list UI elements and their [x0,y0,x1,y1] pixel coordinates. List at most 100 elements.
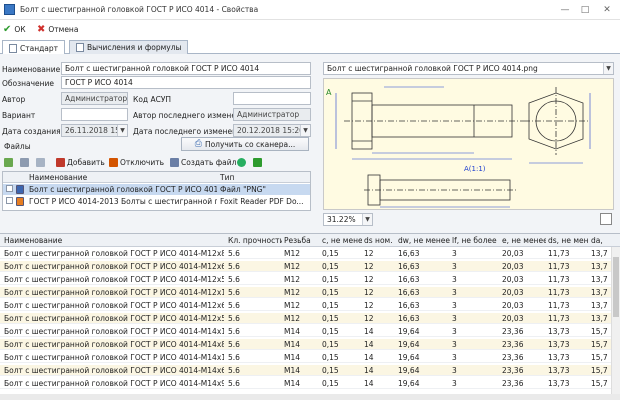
minimize-icon[interactable]: — [558,4,572,16]
file-row[interactable]: Болт с шестигранной головкой ГОСТ Р ИСО … [3,184,310,195]
chevron-down-icon[interactable]: ▼ [362,214,372,225]
grid-col-da[interactable]: da, [591,236,609,245]
table-cell: 5.6 [228,288,240,297]
table-cell: 12 [364,262,374,271]
table-row[interactable]: Болт с шестигранной головкой ГОСТ Р ИСО … [0,261,620,272]
name-label: Наименование [2,65,61,74]
table-cell: 23,36 [502,379,524,388]
files-table: Наименование Тип Болт с шестигранной гол… [2,171,311,211]
grid-col-thread[interactable]: Резьба [284,236,320,245]
files-col-name[interactable]: Наименование [29,173,87,182]
designation-field[interactable]: ГОСТ Р ИСО 4014 [61,76,311,89]
table-row[interactable]: Болт с шестигранной головкой ГОСТ Р ИСО … [0,313,620,324]
table-cell: 11,73 [548,314,570,323]
grid-col-c[interactable]: c, не менее [322,236,362,245]
file-checkbox[interactable] [6,197,13,204]
create-file-label: Создать файл [181,157,237,167]
table-cell: 15,7 [591,366,608,375]
grid-col-ds-nom[interactable]: ds ном. [364,236,396,245]
table-row[interactable]: Болт с шестигранной головкой ГОСТ Р ИСО … [0,300,620,311]
file-row[interactable]: ГОСТ Р ИСО 4014-2013 Болты с шестигранно… [3,196,310,207]
document-icon [9,43,17,53]
table-cell: 5.6 [228,301,240,310]
copy-icon[interactable] [36,156,45,168]
table-cell: 20,03 [502,288,524,297]
table-cell: 20,03 [502,314,524,323]
asup-code-field[interactable] [233,92,311,105]
close-icon[interactable]: ✕ [600,4,614,16]
scan-button[interactable]: ⎙ Получить со сканера... [181,137,309,151]
detach-file-button[interactable]: Отключить [109,156,164,168]
table-row[interactable]: Болт с шестигранной головкой ГОСТ Р ИСО … [0,287,620,298]
window-title: Болт с шестигранной головкой ГОСТ Р ИСО … [20,5,259,14]
table-cell: 23,36 [502,340,524,349]
table-cell: 23,36 [502,366,524,375]
table-cell: 13,73 [548,340,570,349]
cancel-button[interactable]: ✖ Отмена [37,23,78,36]
ok-button[interactable]: ✔ ОК [3,23,26,36]
tab-standard[interactable]: Стандарт [2,40,66,55]
file-checkbox[interactable] [6,185,13,192]
table-cell: 5.6 [228,262,240,271]
variant-field[interactable] [61,108,128,121]
preview-file-select[interactable]: Болт с шестигранной головкой ГОСТ Р ИСО … [323,62,614,75]
table-cell: 13,7 [591,249,608,258]
save-icon[interactable] [20,156,29,168]
table-cell: 20,03 [502,262,524,271]
grid-col-dw[interactable]: dw, не менее [398,236,450,245]
table-row[interactable]: Болт с шестигранной головкой ГОСТ Р ИСО … [0,339,620,350]
bolt-drawing: A A(1:1) [326,86,591,208]
grid-horizontal-scrollbar[interactable] [0,394,620,400]
table-row[interactable]: Болт с шестигранной головкой ГОСТ Р ИСО … [0,274,620,285]
grid-col-strength[interactable]: Кл. прочности [228,236,282,245]
table-cell: 13,7 [591,288,608,297]
created-date-field: 26.11.2018 15:20 ▼ [61,124,128,137]
tab-calculations[interactable]: Вычисления и формулы [69,40,189,54]
table-cell: M12 [284,288,301,297]
edit-icon[interactable] [4,156,13,168]
name-field[interactable]: Болт с шестигранной головкой ГОСТ Р ИСО … [61,62,311,75]
preview-file-value: Болт с шестигранной головкой ГОСТ Р ИСО … [327,64,538,73]
checkmark-icon: ✔ [3,23,12,35]
zoom-select[interactable]: 31.22% ▼ [323,213,373,226]
detach-icon [109,157,118,167]
grid-vertical-scrollbar[interactable] [611,247,620,395]
table-cell: Болт с шестигранной головкой ГОСТ Р ИСО … [4,288,224,297]
table-row[interactable]: Болт с шестигранной головкой ГОСТ Р ИСО … [0,365,620,376]
author-label: Автор [2,95,26,104]
table-cell: 11,73 [548,249,570,258]
table-cell: 3 [452,366,457,375]
chevron-down-icon[interactable]: ▼ [603,63,613,74]
fit-to-window-icon[interactable] [600,213,612,225]
table-row[interactable]: Болт с шестигранной головкой ГОСТ Р ИСО … [0,326,620,337]
grid-col-name[interactable]: Наименование [4,236,224,245]
maximize-icon[interactable]: □ [578,4,592,16]
table-cell: 0,15 [322,275,339,284]
grid-col-lf[interactable]: lf, не более [452,236,500,245]
table-row[interactable]: Болт с шестигранной головкой ГОСТ Р ИСО … [0,248,620,259]
table-cell: 15,7 [591,340,608,349]
table-cell: 3 [452,327,457,336]
table-cell: 0,15 [322,314,339,323]
asup-code-label: Код АСУП [133,95,172,104]
add-circle-icon[interactable] [237,156,246,168]
grid-col-e[interactable]: e, не менее [502,236,546,245]
table-row[interactable]: Болт с шестигранной головкой ГОСТ Р ИСО … [0,352,620,363]
table-cell: 11,73 [548,262,570,271]
create-file-button[interactable]: Создать файл [170,156,236,168]
table-cell: 15,7 [591,353,608,362]
files-col-type[interactable]: Тип [220,173,234,182]
table-cell: 16,63 [398,262,420,271]
variant-label: Вариант [2,111,36,120]
add-file-button[interactable]: Добавить [56,156,105,168]
chevron-down-icon[interactable]: ▼ [300,125,310,136]
table-row[interactable]: Болт с шестигранной головкой ГОСТ Р ИСО … [0,378,620,389]
chevron-down-icon[interactable]: ▼ [117,125,127,136]
download-icon[interactable] [253,156,262,168]
table-cell: 13,7 [591,314,608,323]
last-author-field: Администратор [233,108,311,121]
grid-col-ds-min[interactable]: ds, не менее [548,236,588,245]
table-cell: 3 [452,340,457,349]
table-cell: 12 [364,288,374,297]
file-name: Болт с шестигранной головкой ГОСТ Р ИСО … [29,185,217,194]
